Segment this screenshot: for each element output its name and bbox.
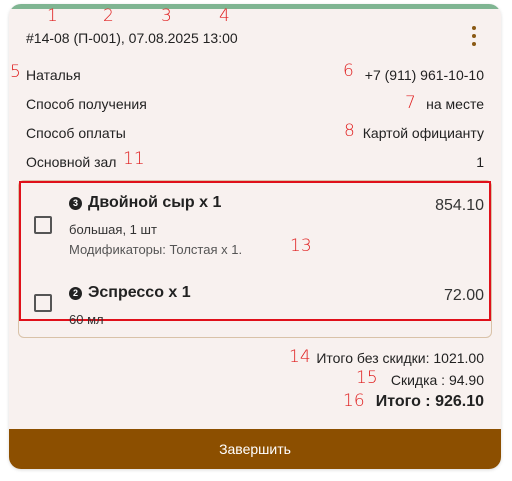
item-price: 72.00	[443, 287, 484, 304]
item-price: 854.10	[435, 197, 484, 214]
annotation-label: 13	[290, 236, 312, 256]
item-title: 3 Двойной сыр х 1	[69, 194, 221, 212]
item-details: большая, 1 шт	[69, 222, 157, 237]
top-accent-strip	[9, 4, 501, 9]
item-details: 60 мл	[69, 312, 104, 324]
customer-row: Наталья +7 (911) 961-10-10	[26, 67, 484, 83]
payment-method-value: Картой официанту	[362, 125, 484, 141]
more-options-icon[interactable]	[469, 26, 479, 46]
hall-label: Основной зал	[26, 154, 117, 170]
item-title: 2 Эспрессо х 1	[69, 284, 191, 302]
annotation-label: 14	[289, 347, 311, 367]
annotation-label: 7	[405, 93, 416, 113]
annotation-label: 16	[343, 391, 365, 411]
finish-button[interactable]: Завершить	[9, 429, 501, 469]
discount-text: Скидка : 94.90	[390, 372, 484, 388]
annotation-label: 4	[219, 6, 230, 26]
order-header: #14-08 (П-001), 07.08.2025 13:00	[26, 30, 238, 46]
annotation-label: 3	[161, 6, 172, 26]
item-checkbox[interactable]	[34, 294, 52, 312]
item-checkbox[interactable]	[34, 216, 52, 234]
annotation-label: 2	[103, 6, 114, 26]
item-title-text: Эспрессо х 1	[88, 284, 191, 301]
payment-method-row: Способ оплаты Картой официанту	[26, 125, 484, 141]
customer-phone[interactable]: +7 (911) 961-10-10	[365, 67, 484, 83]
subtotal-text: Итого без скидки: 1021.00	[316, 350, 484, 366]
quantity-badge: 2	[69, 286, 82, 300]
item-modifiers: Модификаторы: Толстая х 1.	[69, 242, 243, 257]
annotation-label: 8	[344, 121, 355, 141]
annotation-label: 6	[343, 61, 354, 81]
hall-row: Основной зал 1	[26, 154, 484, 170]
annotation-label: 15	[356, 368, 378, 388]
annotation-label: 1	[47, 6, 58, 26]
item-title-text: Двойной сыр х 1	[88, 194, 222, 211]
hall-value: 1	[476, 154, 484, 170]
annotation-label: 5	[10, 62, 21, 82]
order-card: #14-08 (П-001), 07.08.2025 13:00 Наталья…	[9, 4, 501, 469]
receive-method-label: Способ получения	[26, 96, 147, 112]
customer-name: Наталья	[26, 67, 81, 83]
total-text: Итого : 926.10	[375, 393, 484, 410]
annotation-label: 11	[123, 149, 145, 169]
quantity-badge: 3	[69, 196, 82, 210]
payment-method-label: Способ оплаты	[26, 125, 126, 141]
receive-method-value: на месте	[426, 96, 484, 112]
